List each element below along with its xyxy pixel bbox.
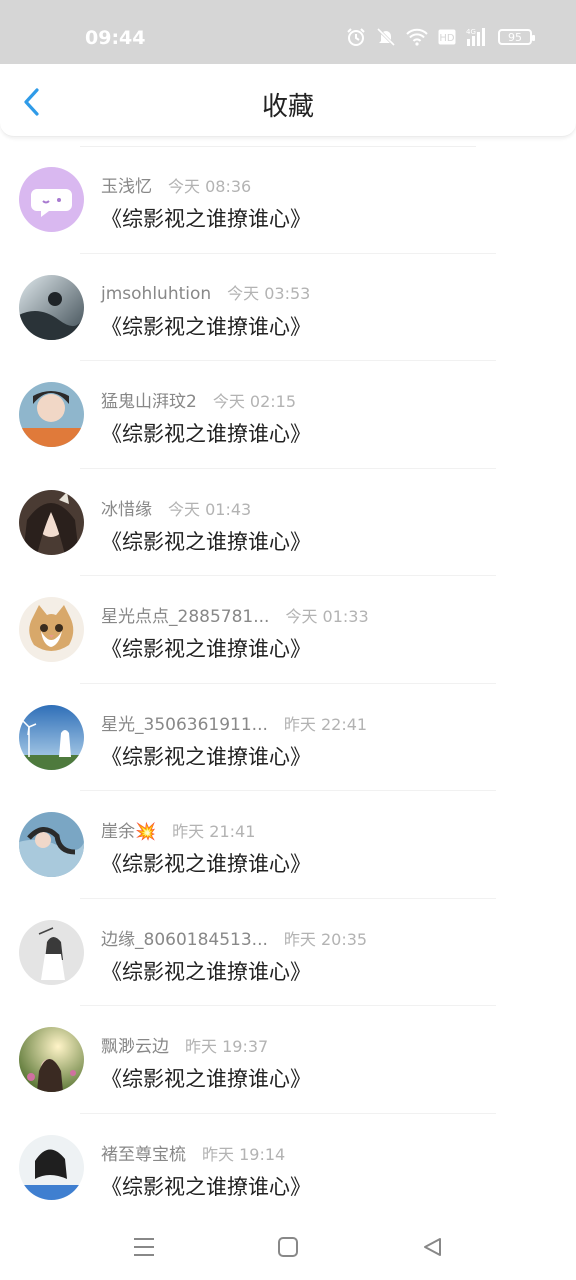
item-meta: jmsohluhtion 今天 03:53 bbox=[101, 280, 310, 304]
cat-avatar-icon bbox=[19, 597, 84, 662]
user-name[interactable]: 冰惜缘 bbox=[101, 495, 152, 520]
item-content[interactable]: 《综影视之谁撩谁心》 bbox=[101, 1063, 311, 1093]
header: 收藏 bbox=[0, 64, 576, 137]
mute-icon bbox=[376, 27, 396, 47]
photo-avatar-icon bbox=[19, 919, 84, 985]
user-name[interactable]: jmsohluhtion bbox=[101, 284, 211, 304]
item-content[interactable]: 《综影视之谁撩谁心》 bbox=[101, 526, 311, 556]
list-item[interactable]: 冰惜缘 今天 01:43 《综影视之谁撩谁心》 bbox=[0, 469, 576, 576]
alarm-icon bbox=[346, 27, 366, 47]
photo-avatar-icon bbox=[19, 274, 84, 340]
timestamp: 昨天 19:14 bbox=[202, 1144, 286, 1164]
user-name[interactable]: 飘渺云边 bbox=[101, 1032, 169, 1057]
timestamp: 今天 01:33 bbox=[285, 607, 369, 626]
avatar[interactable] bbox=[19, 489, 84, 555]
user-name[interactable]: 猛鬼山湃玟2 bbox=[101, 387, 197, 412]
photo-avatar-icon bbox=[19, 489, 84, 555]
item-content[interactable]: 《综影视之谁撩谁心》 bbox=[101, 848, 311, 878]
list-item[interactable]: 飘渺云边 昨天 19:37 《综影视之谁撩谁心》 bbox=[0, 1006, 576, 1114]
photo-avatar-icon bbox=[19, 812, 84, 877]
avatar[interactable] bbox=[19, 812, 84, 877]
avatar[interactable] bbox=[19, 382, 84, 447]
item-content[interactable]: 《综影视之谁撩谁心》 bbox=[101, 203, 311, 233]
user-name[interactable]: 星光_3506361911... bbox=[101, 710, 268, 735]
photo-avatar-icon bbox=[19, 1027, 84, 1092]
list-item[interactable]: jmsohluhtion 今天 03:53 《综影视之谁撩谁心》 bbox=[0, 254, 576, 361]
item-content[interactable]: 《综影视之谁撩谁心》 bbox=[101, 633, 311, 663]
page-title: 收藏 bbox=[261, 92, 314, 122]
svg-text:4G: 4G bbox=[466, 28, 476, 36]
signal-4g-icon: 4G bbox=[466, 27, 488, 47]
user-name[interactable]: 边缘_8060184513... bbox=[101, 925, 268, 950]
timestamp: 今天 08:36 bbox=[168, 177, 252, 196]
status-bar: 09:44 HD 4G 95 bbox=[0, 0, 576, 64]
item-content[interactable]: 《综影视之谁撩谁心》 bbox=[101, 956, 311, 986]
battery-level: 95 bbox=[508, 30, 522, 44]
wifi-icon bbox=[406, 28, 428, 46]
avatar[interactable] bbox=[19, 597, 84, 662]
item-meta: 冰惜缘 今天 01:43 bbox=[101, 495, 251, 520]
item-meta: 星光点点_2885781... 今天 01:33 bbox=[101, 602, 369, 627]
chat-bubble-avatar-icon bbox=[19, 167, 84, 232]
avatar[interactable] bbox=[19, 1134, 84, 1200]
user-name[interactable]: 褚至尊宝梳 bbox=[101, 1140, 186, 1165]
avatar[interactable] bbox=[19, 704, 84, 770]
favorites-list: 玉浅忆 今天 08:36 《综影视之谁撩谁心》 jmsohluhtion 今天 … bbox=[0, 146, 576, 1221]
item-content[interactable]: 《综影视之谁撩谁心》 bbox=[101, 311, 311, 341]
avatar[interactable] bbox=[19, 1027, 84, 1092]
triangle-back-icon bbox=[424, 1238, 441, 1256]
svg-text:HD: HD bbox=[439, 33, 455, 44]
timestamp: 昨天 22:41 bbox=[283, 714, 368, 734]
item-meta: 星光_3506361911... 昨天 22:41 bbox=[101, 710, 367, 735]
item-content[interactable]: 《综影视之谁撩谁心》 bbox=[101, 741, 311, 771]
item-content[interactable]: 《综影视之谁撩谁心》 bbox=[101, 1171, 311, 1201]
photo-avatar-icon bbox=[19, 382, 84, 447]
timestamp: 昨天 19:37 bbox=[185, 1037, 269, 1056]
hd-icon: HD bbox=[438, 29, 456, 45]
item-meta: 褚至尊宝梳 昨天 19:14 bbox=[101, 1140, 285, 1165]
item-content[interactable]: 《综影视之谁撩谁心》 bbox=[101, 418, 311, 448]
user-name[interactable]: 星光点点_2885781... bbox=[101, 602, 269, 627]
user-name[interactable]: 崖余💥 bbox=[101, 817, 156, 842]
timestamp: 今天 03:53 bbox=[227, 283, 311, 303]
status-time: 09:44 bbox=[85, 27, 146, 49]
item-meta: 玉浅忆 今天 08:36 bbox=[101, 172, 251, 197]
timestamp: 昨天 21:41 bbox=[172, 822, 256, 841]
user-name[interactable]: 玉浅忆 bbox=[101, 172, 152, 197]
square-home-icon bbox=[278, 1237, 298, 1257]
home-button[interactable] bbox=[273, 1232, 303, 1262]
list-item[interactable]: 崖余💥 昨天 21:41 《综影视之谁撩谁心》 bbox=[0, 791, 576, 899]
list-item[interactable]: 星光_3506361911... 昨天 22:41 《综影视之谁撩谁心》 bbox=[0, 684, 576, 791]
timestamp: 昨天 20:35 bbox=[283, 929, 368, 949]
photo-avatar-icon bbox=[19, 704, 84, 770]
photo-avatar-icon bbox=[19, 1134, 84, 1200]
list-item[interactable]: 褚至尊宝梳 昨天 19:14 《综影视之谁撩谁心》 bbox=[0, 1114, 576, 1222]
avatar[interactable] bbox=[19, 167, 84, 232]
menu-button[interactable] bbox=[129, 1232, 159, 1262]
list-item[interactable]: 星光点点_2885781... 今天 01:33 《综影视之谁撩谁心》 bbox=[0, 576, 576, 684]
battery-icon: 95 bbox=[498, 29, 535, 45]
system-nav-bar bbox=[0, 1210, 576, 1280]
item-meta: 边缘_8060184513... 昨天 20:35 bbox=[101, 925, 367, 950]
avatar[interactable] bbox=[19, 919, 84, 985]
item-meta: 猛鬼山湃玟2 今天 02:15 bbox=[101, 387, 296, 412]
list-item[interactable]: 玉浅忆 今天 08:36 《综影视之谁撩谁心》 bbox=[0, 146, 576, 254]
status-icons: HD 4G 95 bbox=[346, 27, 535, 47]
item-meta: 飘渺云边 昨天 19:37 bbox=[101, 1032, 268, 1057]
nav-back-button[interactable] bbox=[417, 1232, 447, 1262]
avatar[interactable] bbox=[19, 274, 84, 340]
timestamp: 今天 01:43 bbox=[168, 499, 252, 519]
list-item[interactable]: 猛鬼山湃玟2 今天 02:15 《综影视之谁撩谁心》 bbox=[0, 361, 576, 469]
list-item[interactable]: 边缘_8060184513... 昨天 20:35 《综影视之谁撩谁心》 bbox=[0, 899, 576, 1006]
menu-icon bbox=[134, 1238, 154, 1256]
timestamp: 今天 02:15 bbox=[212, 392, 297, 411]
item-meta: 崖余💥 昨天 21:41 bbox=[101, 817, 255, 842]
